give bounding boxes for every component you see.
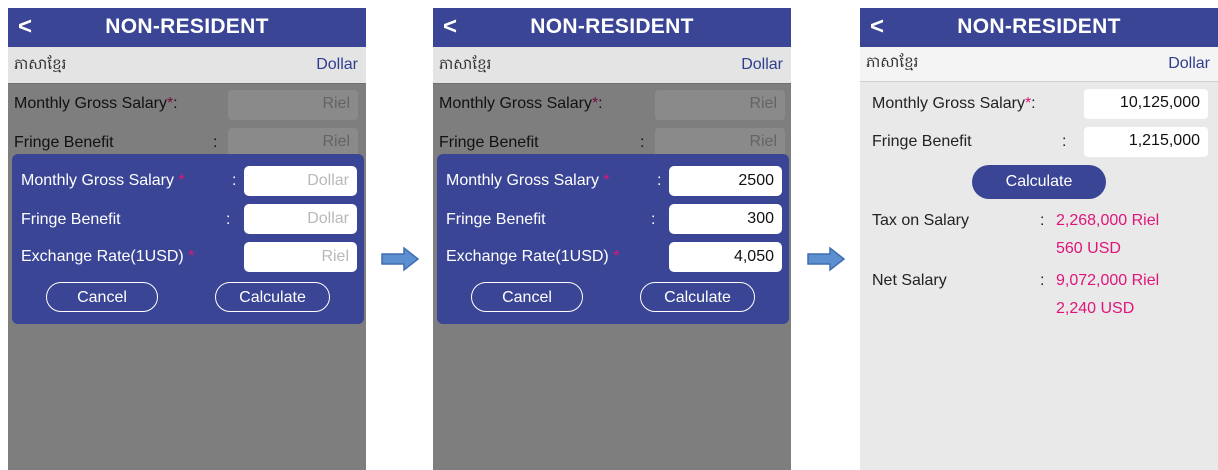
calculate-button[interactable]: Calculate [640,282,755,312]
dialog-salary-colon: : [657,172,662,189]
app-header: < NON-RESIDENT [433,8,791,47]
app-header: < NON-RESIDENT [860,8,1218,47]
screen-result: < NON-RESIDENT ភាសាខ្មែរ Dollar Monthly … [860,8,1218,470]
net-colon: : [1040,272,1045,289]
fringe-colon: : [1062,133,1067,150]
cancel-button[interactable]: Cancel [471,282,583,312]
dialog-rate-label: Exchange Rate(1USD) * [21,248,195,265]
language-toggle[interactable]: ភាសាខ្មែរ [14,55,66,77]
salary-riel-field[interactable]: 10,125,000 [1084,89,1208,119]
salary-dollar-input[interactable]: 2500 [669,166,782,196]
calculate-button[interactable]: Calculate [215,282,330,312]
net-usd-value: 2,240 USD [1056,300,1135,317]
currency-toggle[interactable]: Dollar [1168,55,1210,73]
fringe-riel-field[interactable]: 1,215,000 [1084,127,1208,157]
salary-label: Monthly Gross Salary*: [872,95,1036,112]
tax-label: Tax on Salary [872,212,969,229]
currency-toggle[interactable]: Dollar [316,56,358,74]
calculate-button[interactable]: Calculate [972,165,1106,199]
dialog-fringe-colon: : [226,211,231,228]
currency-bar: ភាសាខ្មែរ Dollar [433,47,791,84]
dialog-fringe-label: Fringe Benefit [21,211,121,228]
dialog-salary-colon: : [232,172,237,189]
tax-colon: : [1040,212,1045,229]
net-riel-value: 9,072,000 Riel [1056,272,1160,289]
fringe-label: Fringe Benefit [872,133,972,150]
dialog-salary-label: Monthly Gross Salary * [446,172,610,189]
right-arrow-icon [807,246,846,272]
language-toggle[interactable]: ភាសាខ្មែរ [439,55,491,77]
language-toggle[interactable]: ភាសាខ្មែរ [866,53,918,75]
fringe-dollar-input[interactable]: 300 [669,204,782,234]
currency-toggle[interactable]: Dollar [741,56,783,74]
tax-riel-value: 2,268,000 Riel [1056,212,1160,229]
page-title: NON-RESIDENT [105,15,269,38]
dialog-salary-label: Monthly Gross Salary * [21,172,185,189]
cancel-button[interactable]: Cancel [46,282,158,312]
dialog-rate-label: Exchange Rate(1USD) * [446,248,620,265]
dialog-fringe-colon: : [651,211,656,228]
currency-bar: ភាសាខ្មែរ Dollar [860,47,1218,82]
salary-dollar-input[interactable]: Dollar [244,166,357,196]
tax-usd-value: 560 USD [1056,240,1121,257]
screen-empty-dialog: < NON-RESIDENT ភាសាខ្មែរ Dollar Monthly … [8,8,366,470]
input-dialog: Monthly Gross Salary * : Dollar Fringe B… [12,154,364,324]
page-title: NON-RESIDENT [530,15,694,38]
currency-bar: ភាសាខ្មែរ Dollar [8,47,366,84]
dialog-fringe-label: Fringe Benefit [446,211,546,228]
input-dialog: Monthly Gross Salary * : 2500 Fringe Ben… [437,154,789,324]
net-label: Net Salary [872,272,947,289]
exchange-rate-input[interactable]: Riel [244,242,357,272]
exchange-rate-input[interactable]: 4,050 [669,242,782,272]
fringe-dollar-input[interactable]: Dollar [244,204,357,234]
screen-filled-dialog: < NON-RESIDENT ភាសាខ្មែរ Dollar Monthly … [433,8,791,470]
app-header: < NON-RESIDENT [8,8,366,47]
right-arrow-icon [381,246,420,272]
page-title: NON-RESIDENT [957,15,1121,38]
